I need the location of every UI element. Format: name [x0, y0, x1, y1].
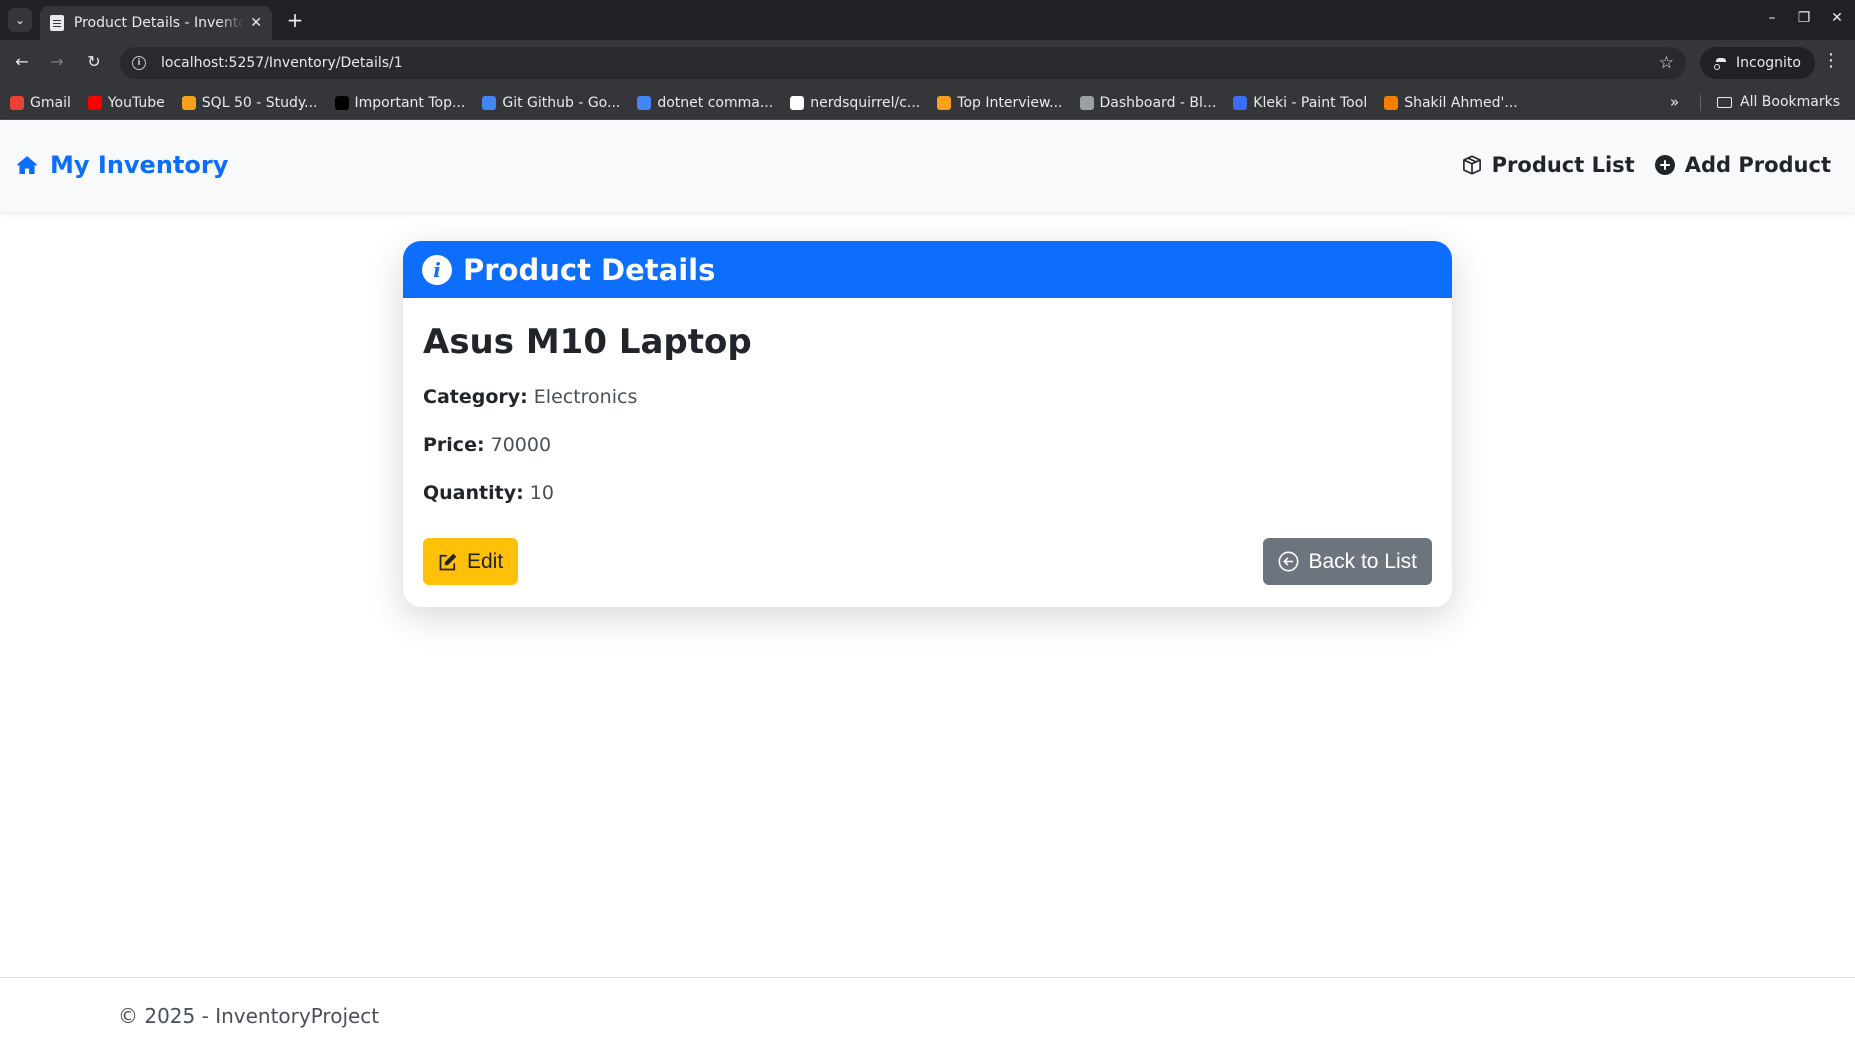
- plus-circle-icon: [1654, 155, 1675, 175]
- browser-toolbar: ← → ↻ i localhost:5257/Inventory/Details…: [0, 40, 1855, 86]
- incognito-icon: [1714, 58, 1728, 70]
- back-button-label: Back to List: [1308, 549, 1417, 573]
- page-favicon-icon: [50, 15, 64, 31]
- bookmark-item[interactable]: Dashboard - Bl...: [1079, 94, 1217, 111]
- bookmark-label: Top Interview...: [957, 94, 1063, 111]
- bookmark-item[interactable]: Shakil Ahmed'...: [1384, 94, 1518, 111]
- forward-arrow-icon[interactable]: →: [46, 52, 68, 71]
- blogger-icon: [1384, 95, 1399, 110]
- globe-icon: [1079, 95, 1094, 110]
- price-label: Price:: [423, 434, 485, 456]
- bookmark-item[interactable]: dotnet comma...: [637, 95, 773, 111]
- github-icon: [790, 95, 805, 110]
- restore-icon[interactable]: ❐: [1794, 10, 1814, 26]
- browser-tab[interactable]: Product Details - InventoryProject ✕: [40, 6, 272, 40]
- box-icon: [1462, 155, 1481, 175]
- nav-product-list-label: Product List: [1491, 153, 1635, 177]
- card-header: i Product Details: [403, 241, 1452, 298]
- browser-menu-icon[interactable]: ⋮: [1822, 50, 1840, 71]
- address-bar[interactable]: i localhost:5257/Inventory/Details/1 ☆: [120, 47, 1686, 79]
- brand-title: My Inventory: [50, 151, 229, 179]
- price-field: Price: 70000: [423, 434, 1432, 456]
- bookmark-label: Dashboard - Bl...: [1099, 94, 1217, 111]
- quantity-label: Quantity:: [423, 482, 524, 504]
- category-label: Category:: [423, 386, 528, 408]
- tab-title: Product Details - InventoryProject: [73, 15, 245, 31]
- bookmark-label: dotnet comma...: [657, 94, 774, 111]
- incognito-badge[interactable]: Incognito: [1700, 47, 1815, 79]
- bookmarks-bar: Gmail YouTube SQL 50 - Study... Important T…: [0, 86, 1855, 120]
- site-navbar: My Inventory Product List Add Product: [0, 120, 1855, 212]
- site-info-icon[interactable]: i: [132, 56, 146, 70]
- docs-icon: [482, 95, 497, 110]
- bookmark-item[interactable]: Git Github - Go...: [482, 95, 620, 111]
- minimize-icon[interactable]: –: [1762, 10, 1782, 26]
- page-content: My Inventory Product List Add Product i …: [0, 120, 1855, 1053]
- address-url[interactable]: localhost:5257/Inventory/Details/1: [161, 55, 403, 71]
- home-icon: [17, 156, 37, 174]
- browser-tab-strip: ⌄ Product Details - InventoryProject ✕ +…: [0, 0, 1855, 40]
- all-bookmarks-button[interactable]: All Bookmarks: [1717, 94, 1840, 110]
- category-value: Electronics: [533, 386, 638, 408]
- info-circle-icon: i: [422, 254, 452, 285]
- docs-icon: [637, 95, 652, 110]
- bookmark-label: SQL 50 - Study...: [201, 94, 318, 111]
- bookmark-item[interactable]: Gmail: [10, 95, 71, 111]
- brand-link[interactable]: My Inventory: [16, 151, 228, 179]
- card-body: Asus M10 Laptop Category: Electronics Pr…: [403, 298, 1452, 607]
- product-details-card: i Product Details Asus M10 Laptop Catego…: [403, 241, 1452, 607]
- tab-close-icon[interactable]: ✕: [250, 15, 262, 31]
- bookmark-label: Important Top...: [354, 94, 466, 111]
- quantity-value: 10: [529, 482, 554, 504]
- nav-add-product-label: Add Product: [1684, 153, 1831, 177]
- leetcode-icon: [937, 95, 952, 110]
- bookmark-label: YouTube: [107, 94, 165, 111]
- category-field: Category: Electronics: [423, 386, 1432, 408]
- arrow-left-circle-icon: [1278, 551, 1299, 572]
- bookmark-label: Gmail: [30, 94, 71, 111]
- new-tab-plus-icon[interactable]: +: [283, 8, 307, 32]
- edit-button-label: Edit: [467, 549, 504, 573]
- card-header-title: Product Details: [463, 252, 716, 287]
- bookmarks-divider: [1700, 95, 1701, 111]
- bookmark-item[interactable]: Kleki - Paint Tool: [1233, 95, 1367, 111]
- site-footer: © 2025 - InventoryProject: [0, 977, 1855, 1053]
- medium-icon: [334, 95, 349, 110]
- leetcode-icon: [181, 95, 196, 110]
- bookmark-label: Kleki - Paint Tool: [1253, 94, 1368, 111]
- kleki-icon: [1233, 95, 1248, 110]
- nav-add-product[interactable]: Add Product: [1654, 153, 1831, 177]
- tab-search-chevron-icon[interactable]: ⌄: [8, 8, 32, 32]
- nav-links: Product List Add Product: [1442, 153, 1831, 177]
- bookmark-item[interactable]: SQL 50 - Study...: [181, 94, 318, 111]
- bookmark-item[interactable]: Important Top...: [334, 94, 466, 111]
- quantity-field: Quantity: 10: [423, 482, 1432, 504]
- youtube-icon: [87, 95, 102, 110]
- product-name: Asus M10 Laptop: [423, 322, 752, 362]
- bookmark-item[interactable]: Top Interview...: [937, 94, 1063, 111]
- reload-icon[interactable]: ↻: [83, 52, 105, 71]
- edit-icon: [439, 553, 457, 570]
- bookmark-label: nerdsquirrel/c...: [810, 94, 921, 111]
- folder-icon: [1717, 96, 1732, 108]
- window-close-icon[interactable]: ✕: [1827, 10, 1847, 26]
- bookmark-label: Git Github - Go...: [502, 94, 621, 111]
- back-arrow-icon[interactable]: ←: [11, 52, 33, 71]
- back-to-list-button[interactable]: Back to List: [1263, 538, 1432, 585]
- edit-button[interactable]: Edit: [423, 538, 519, 585]
- all-bookmarks-label: All Bookmarks: [1740, 94, 1841, 110]
- nav-product-list[interactable]: Product List: [1462, 153, 1635, 177]
- gmail-icon: [10, 95, 24, 110]
- bookmark-star-icon[interactable]: ☆: [1659, 53, 1674, 73]
- price-value: 70000: [490, 434, 552, 456]
- more-bookmarks-icon[interactable]: »: [1670, 93, 1679, 111]
- incognito-label: Incognito: [1736, 55, 1801, 71]
- footer-copyright: © 2025 - InventoryProject: [118, 1004, 380, 1028]
- bookmark-item[interactable]: YouTube: [87, 94, 165, 111]
- bookmark-label: Shakil Ahmed'...: [1404, 94, 1518, 111]
- bookmark-item[interactable]: nerdsquirrel/c...: [790, 95, 920, 111]
